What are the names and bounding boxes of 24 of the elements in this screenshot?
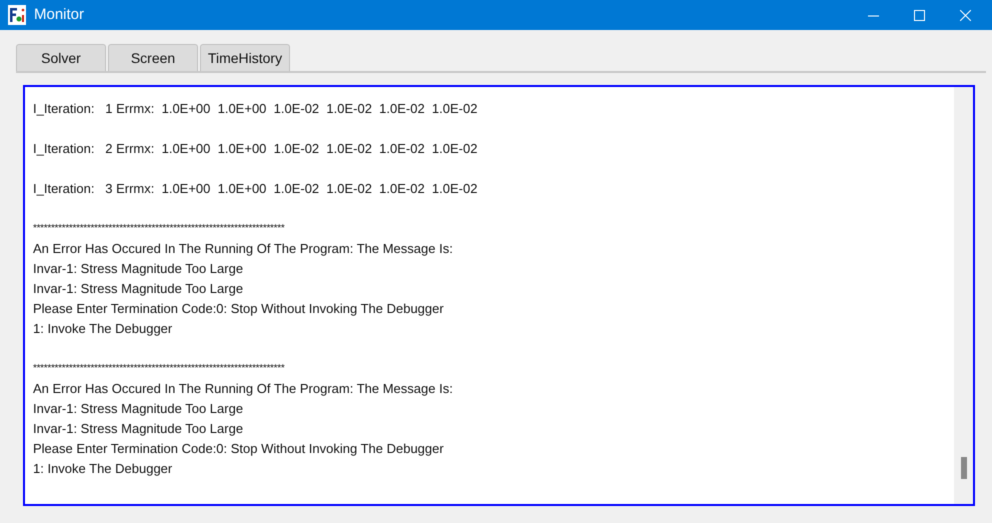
console-line: I_Iteration: 3 Errmx: 1.0E+00 1.0E+00 1.0E-02 1.0E-02 1.0E-02 1.0E-02 <box>33 180 478 198</box>
scrollbar-thumb[interactable] <box>960 457 966 479</box>
console-line: Please Enter Termination Code:0: Stop Without Invoking The Debugger <box>33 300 445 318</box>
console-line: Invar-1: Stress Magnitude Too Large <box>33 420 244 438</box>
maximize-icon <box>914 10 924 20</box>
console-line: 1: Invoke The Debugger <box>33 460 174 478</box>
window-title: Monitor <box>34 4 84 25</box>
separator-line: ********************************************************************** <box>33 362 286 376</box>
console-line: 1: Invoke The Debugger <box>33 320 174 338</box>
console-line: Please Enter Termination Code:0: Stop Without Invoking The Debugger <box>33 440 445 458</box>
console-line: Invar-1: Stress Magnitude Too Large <box>33 280 244 298</box>
console-line: I_Iteration: 2 Errmx: 1.0E+00 1.0E+00 1.0E-02 1.0E-02 1.0E-02 1.0E-02 <box>33 140 478 158</box>
scrollbar[interactable] <box>954 87 973 504</box>
console-line: Invar-1: Stress Magnitude Too Large <box>33 400 244 418</box>
console-line: Invar-1: Stress Magnitude Too Large <box>33 260 244 278</box>
console-line: An Error Has Occured In The Running Of The Program: The Message Is: <box>33 380 454 398</box>
tab[interactable]: Screen <box>108 44 198 71</box>
console-line: I_Iteration: 1 Errmx: 1.0E+00 1.0E+00 1.0E-02 1.0E-02 1.0E-02 1.0E-02 <box>33 100 478 118</box>
tab[interactable]: Solver <box>16 44 106 71</box>
separator-line: ********************************************************************** <box>33 222 286 236</box>
tab[interactable]: TimeHistory <box>200 44 290 71</box>
console-line: An Error Has Occured In The Running Of The Program: The Message Is: <box>33 240 454 258</box>
close-icon <box>960 10 970 20</box>
app-logo-icon <box>8 5 26 25</box>
